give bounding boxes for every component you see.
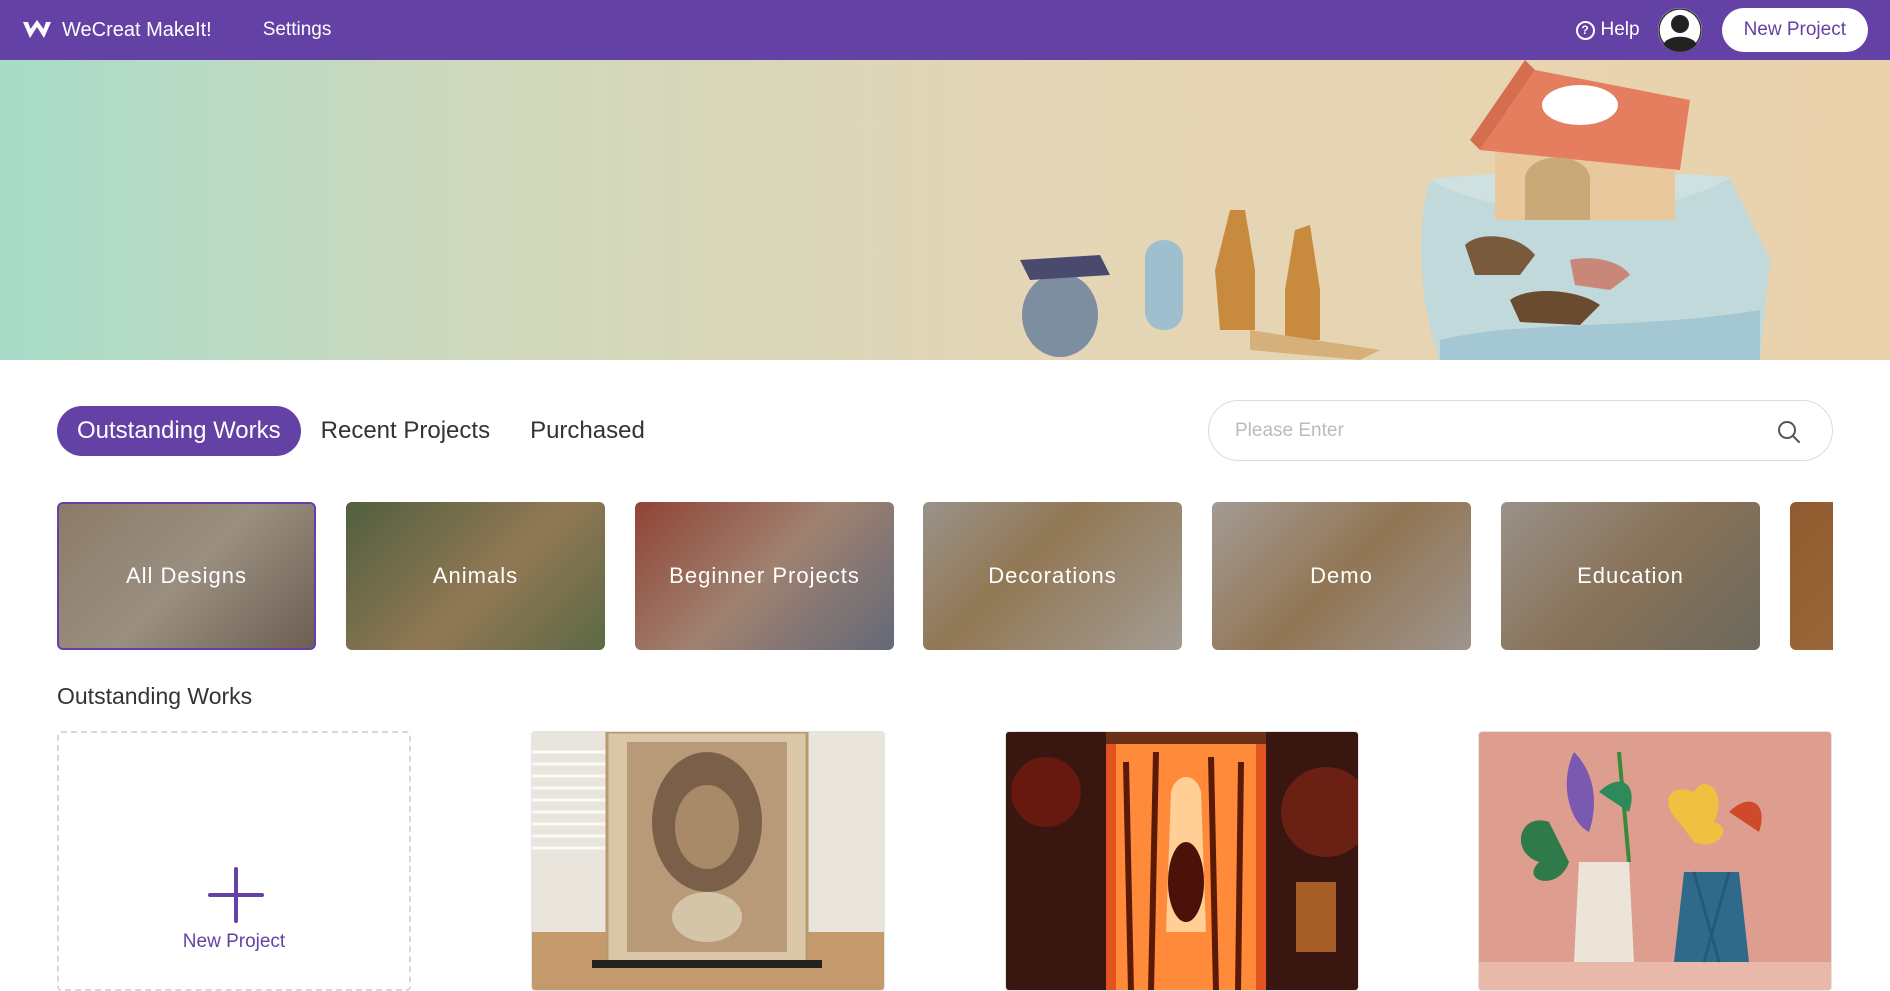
help-label: Help: [1600, 19, 1640, 40]
work-thumbnail: [1479, 732, 1831, 990]
settings-link[interactable]: Settings: [263, 19, 332, 41]
work-thumbnail: [532, 732, 884, 990]
category-overlay: [1790, 502, 1833, 650]
wecreat-logo-icon: [23, 20, 51, 38]
work-card-lion-portrait[interactable]: [531, 731, 885, 991]
work-thumbnail: [1006, 732, 1358, 990]
category-education[interactable]: Education: [1501, 502, 1760, 650]
tab-recent-projects[interactable]: Recent Projects: [301, 406, 510, 456]
work-card-flower-vases[interactable]: [1478, 731, 1832, 991]
help-icon: ?: [1575, 20, 1595, 40]
brand[interactable]: WeCreat MakeIt!: [22, 19, 212, 42]
section-title: Outstanding Works: [57, 683, 253, 709]
category-animals[interactable]: Animals: [346, 502, 605, 650]
help-link[interactable]: ? Help: [1575, 19, 1640, 41]
tab-outstanding-works[interactable]: Outstanding Works: [57, 406, 301, 456]
category-label: Beginner Projects: [669, 563, 860, 588]
works-tabs: Outstanding Works Recent Projects Purcha…: [57, 406, 665, 456]
category-label: Education: [1577, 563, 1684, 588]
app-name: WeCreat MakeIt!: [62, 18, 212, 41]
category-demo[interactable]: Demo: [1212, 502, 1471, 650]
plus-icon: [208, 867, 264, 923]
user-icon: [1657, 8, 1702, 52]
top-right-actions: ? Help New Project: [1575, 0, 1868, 60]
search-input[interactable]: [1235, 419, 1755, 442]
new-project-button[interactable]: New Project: [1721, 8, 1868, 52]
user-avatar[interactable]: [1657, 8, 1702, 52]
banner-illustration: [1020, 60, 1770, 360]
category-label: All Designs: [125, 563, 248, 588]
category-next-partial[interactable]: [1790, 502, 1833, 650]
category-all-designs[interactable]: All Designs: [57, 502, 316, 650]
category-label: Demo: [1310, 563, 1373, 588]
search-box: [1208, 400, 1833, 461]
search-icon[interactable]: [1776, 419, 1802, 445]
category-label: Animals: [432, 563, 519, 588]
category-beginner-projects[interactable]: Beginner Projects: [635, 502, 894, 650]
category-carousel: All Designs Animals Beginner Projects De…: [57, 502, 1833, 650]
new-project-card-label: New Project: [182, 931, 286, 952]
hero-banner: [0, 60, 1890, 360]
work-card-lantern[interactable]: [1005, 731, 1359, 991]
category-decorations[interactable]: Decorations: [923, 502, 1182, 650]
tab-purchased[interactable]: Purchased: [510, 406, 665, 456]
new-project-card[interactable]: New Project: [57, 731, 411, 991]
category-label: Decorations: [988, 563, 1117, 588]
top-navigation-bar: WeCreat MakeIt! Settings ? Help New Proj…: [0, 0, 1890, 60]
